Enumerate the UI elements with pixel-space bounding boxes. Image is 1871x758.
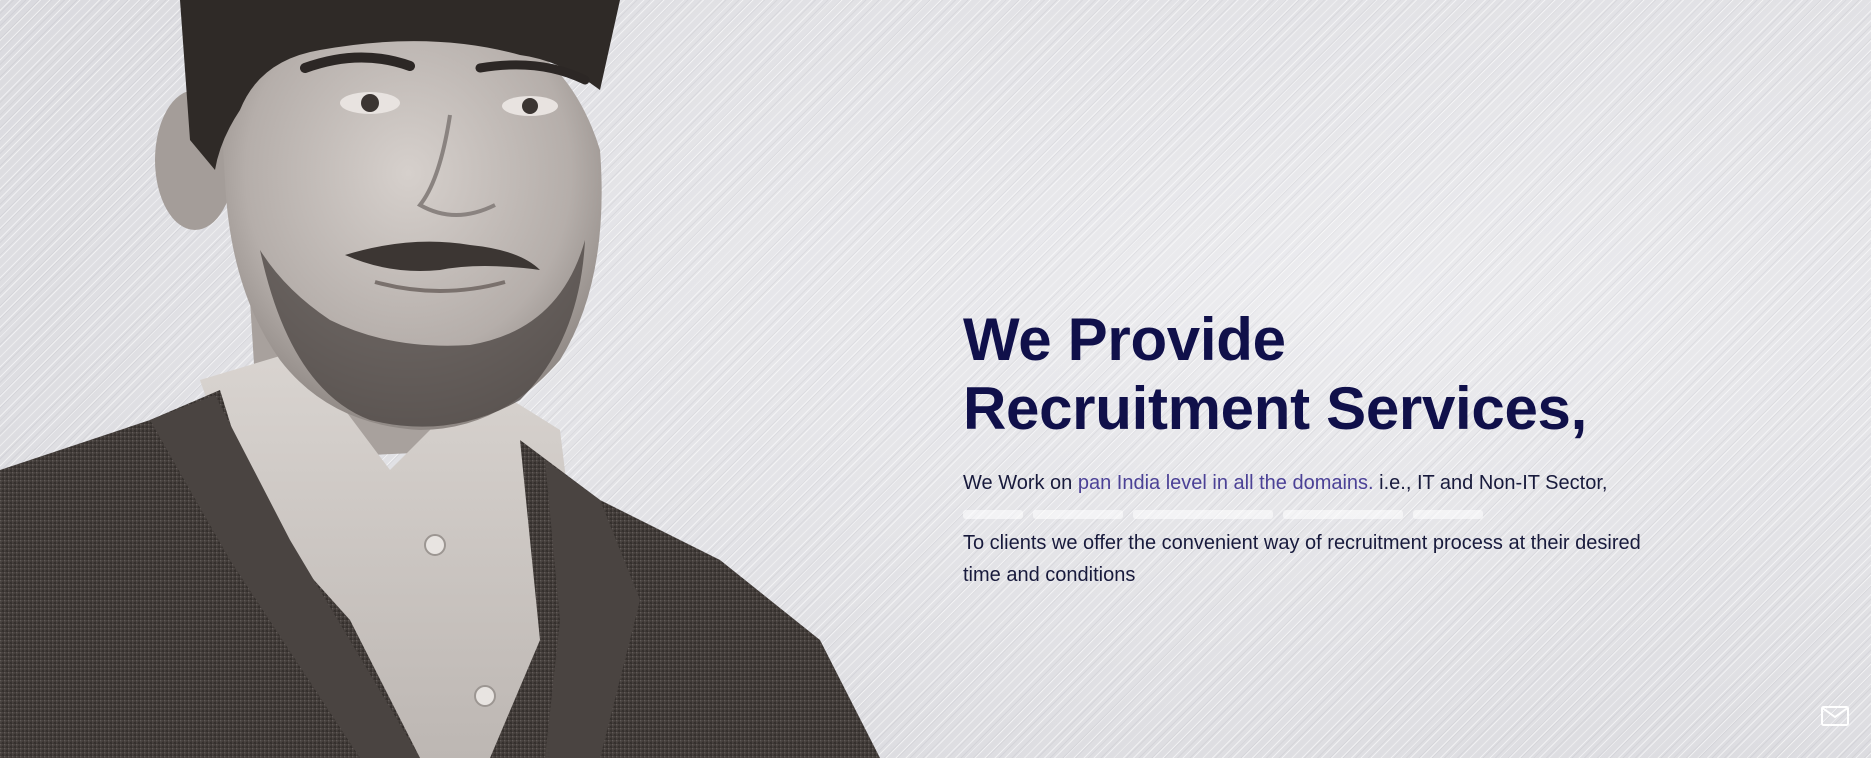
body-text: To clients we offer the convenient way o… — [963, 532, 1641, 586]
portrait-image — [0, 0, 880, 758]
headline-line-1: We Provide — [963, 306, 1286, 373]
intro-text: We Work on pan India level in all the do… — [963, 467, 1643, 499]
hero-content: We Provide Recruitment Services, We Work… — [963, 305, 1643, 591]
intro-suffix: i.e., IT and Non-IT Sector, — [1373, 472, 1608, 494]
hero-headline: We Provide Recruitment Services, — [963, 305, 1643, 443]
hero-banner: We Provide Recruitment Services, We Work… — [0, 0, 1871, 758]
intro-highlight: pan India level in all the domains. — [1077, 472, 1374, 494]
faded-text-line — [963, 503, 1643, 525]
headline-line-2: Recruitment Services, — [963, 375, 1587, 442]
intro-prefix: We Work on — [963, 472, 1078, 494]
mail-icon[interactable] — [1821, 706, 1849, 726]
